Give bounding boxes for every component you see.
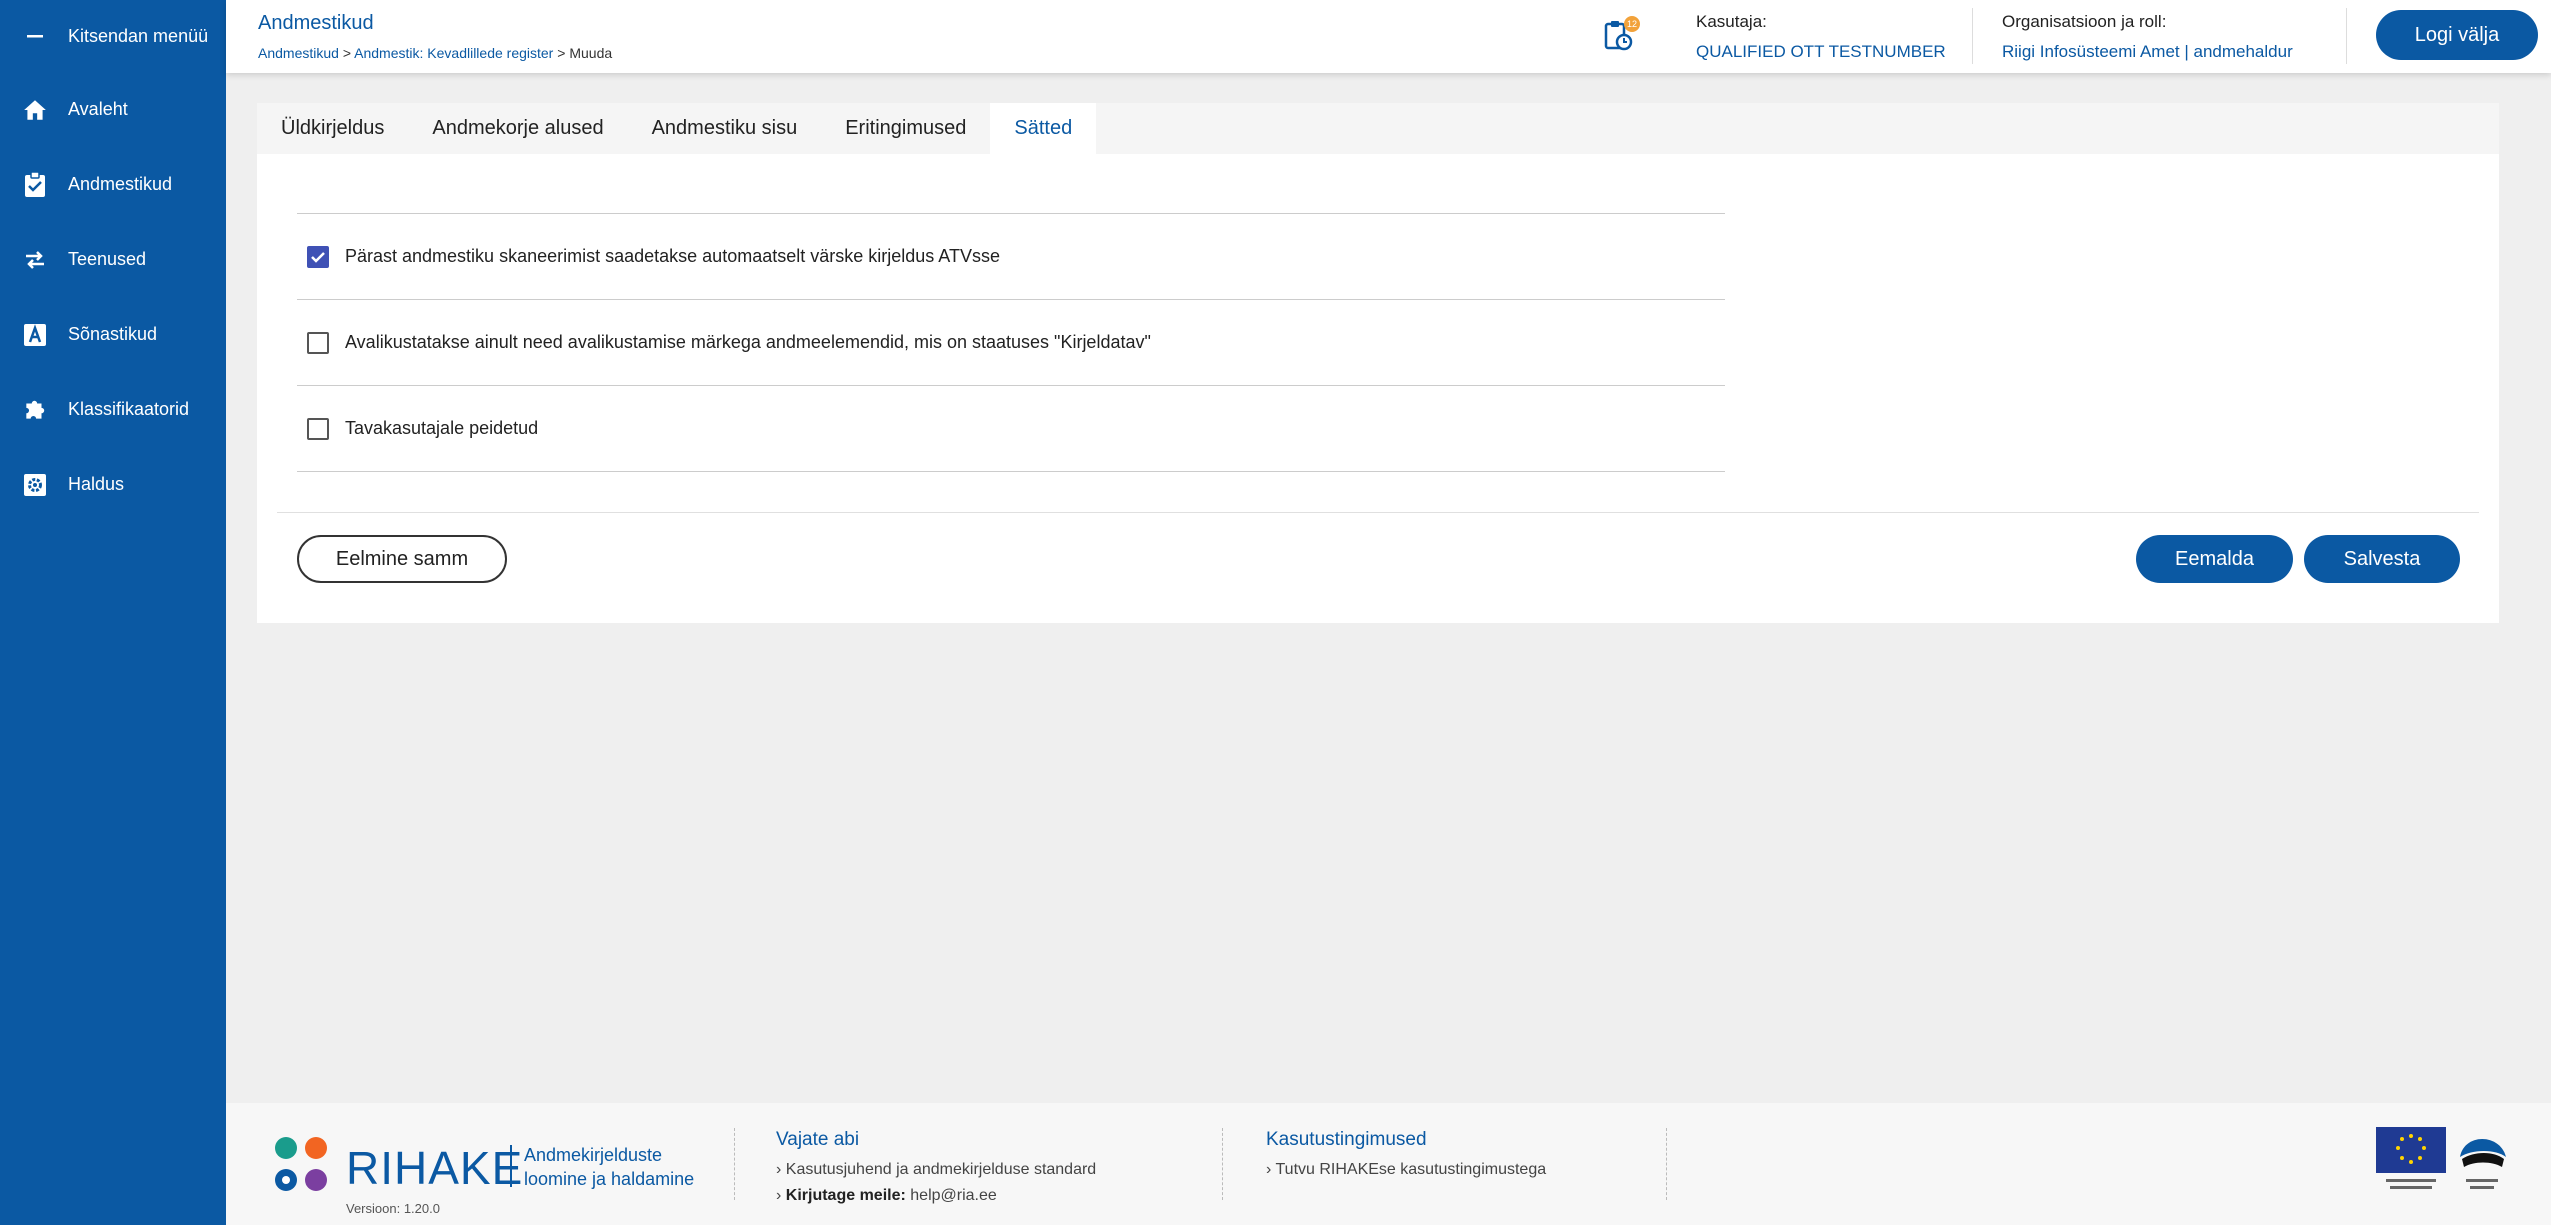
- settings-list: Pärast andmestiku skaneerimist saadetaks…: [297, 213, 1725, 472]
- previous-step-button[interactable]: Eelmine samm: [297, 535, 507, 583]
- mail-link[interactable]: help@ria.ee: [910, 1187, 997, 1204]
- tab-eritingimused[interactable]: Eritingimused: [821, 103, 990, 154]
- breadcrumb: Andmestikud > Andmestik: Kevadlillede re…: [258, 45, 612, 61]
- setting-row: Pärast andmestiku skaneerimist saadetaks…: [297, 214, 1725, 300]
- breadcrumb-current: Muuda: [569, 45, 613, 61]
- tagline-line-2: loomine ja haldamine: [524, 1169, 695, 1189]
- setting-label: Tavakasutajale peidetud: [345, 418, 539, 438]
- brand-name: RIHAKE: [346, 1142, 524, 1194]
- setting-row: Avalikustatakse ainult need avalikustami…: [297, 300, 1725, 386]
- swap-arrows-icon: [20, 245, 50, 275]
- tab-satted[interactable]: Sätted: [990, 103, 1097, 154]
- tab-andmekorje-alused[interactable]: Andmekorje alused: [408, 103, 627, 154]
- sidebar-item-label: Klassifikaatorid: [68, 399, 190, 419]
- version-text: Versioon: 1.20.0: [346, 1201, 440, 1216]
- minus-icon: [20, 21, 50, 51]
- brand-tagline: Andmekirjelduste loomine ja haldamine: [524, 1143, 694, 1191]
- dictionary-a-icon: [20, 320, 50, 350]
- sidebar-item-sonastikud[interactable]: Sõnastikud: [0, 297, 226, 372]
- help-guide-link[interactable]: › Kasutusjuhend ja andmekirjelduse stand…: [776, 1161, 1096, 1179]
- header-divider: [1972, 8, 1973, 64]
- setting-row: Tavakasutajale peidetud: [297, 386, 1725, 472]
- header-divider: [2346, 8, 2347, 64]
- tab-andmestiku-sisu[interactable]: Andmestiku sisu: [628, 103, 822, 154]
- tagline-line-1: Andmekirjelduste: [524, 1145, 663, 1165]
- settings-card: Üldkirjeldus Andmekorje alused Andmestik…: [257, 103, 2499, 623]
- sidebar-item-klassifikaatorid[interactable]: Klassifikaatorid: [0, 372, 226, 447]
- notification-count-badge: 12: [1624, 16, 1640, 32]
- footer-divider: [1222, 1128, 1223, 1200]
- brand-divider: [510, 1145, 512, 1187]
- logout-button[interactable]: Logi välja: [2376, 10, 2538, 60]
- sidebar-item-avaleht[interactable]: Avaleht: [0, 72, 226, 147]
- breadcrumb-separator: >: [557, 45, 566, 61]
- collapse-menu-label: Kitsendan menüü: [68, 25, 209, 46]
- help-section: Vajate abi › Kasutusjuhend ja andmekirje…: [776, 1129, 1096, 1213]
- help-guide-label: Kasutusjuhend ja andmekirjelduse standar…: [785, 1161, 1097, 1178]
- org-role-link[interactable]: Riigi Infosüsteemi Amet | andmehaldur: [2002, 42, 2293, 62]
- sidebar-item-teenused[interactable]: Teenused: [0, 222, 226, 297]
- publish-describable-only-checkbox[interactable]: [307, 331, 329, 354]
- save-button[interactable]: Salvesta: [2304, 535, 2460, 583]
- sidebar-item-haldus[interactable]: Haldus: [0, 447, 226, 522]
- org-label: Organisatsioon ja roll:: [2002, 12, 2167, 31]
- sidebar-item-label: Teenused: [68, 249, 147, 269]
- checkmark-icon: [311, 251, 325, 263]
- terms-section: Kasutustingimused › Tutvu RIHAKEse kasut…: [1266, 1129, 1546, 1187]
- footer-divider: [734, 1128, 735, 1200]
- auto-send-checkbox[interactable]: [307, 245, 329, 268]
- sidebar-item-andmestikud[interactable]: Andmestikud: [0, 147, 226, 222]
- collapse-menu-button[interactable]: Kitsendan menüü: [0, 0, 226, 72]
- org-info: Organisatsioon ja roll: Riigi Infosüstee…: [2002, 12, 2293, 62]
- user-info: Kasutaja: QUALIFIED OTT TESTNUMBER: [1696, 12, 1946, 62]
- sidebar-item-label: Andmestikud: [68, 174, 173, 194]
- breadcrumb-link-andmestikud[interactable]: Andmestikud: [258, 45, 339, 61]
- sidebar-item-label: Sõnastikud: [68, 324, 158, 344]
- actions-divider: [277, 512, 2479, 513]
- estonia-logo-icon: [2460, 1139, 2506, 1189]
- mail-label: Kirjutage meile:: [785, 1187, 906, 1204]
- footer-divider: [1666, 1128, 1667, 1200]
- home-icon: [20, 95, 50, 125]
- help-mail-item: › Kirjutage meile: help@ria.ee: [776, 1187, 997, 1204]
- breadcrumb-link-dataset[interactable]: Andmestik: Kevadlillede register: [354, 45, 553, 61]
- remove-button[interactable]: Eemalda: [2136, 535, 2293, 583]
- hidden-from-regular-users-checkbox[interactable]: [307, 417, 329, 440]
- sidebar-item-label: Avaleht: [68, 99, 128, 119]
- page-title: Andmestikud: [258, 12, 374, 34]
- help-title: Vajate abi: [776, 1129, 860, 1150]
- breadcrumb-separator: >: [342, 45, 352, 61]
- rihake-logo-dots-icon: [275, 1137, 327, 1191]
- tab-bar: Üldkirjeldus Andmekorje alused Andmestik…: [257, 103, 2499, 154]
- gear-box-icon: [20, 470, 50, 500]
- sidebar-item-label: Haldus: [68, 474, 125, 494]
- puzzle-icon: [20, 395, 50, 425]
- page-footer: RIHAKE Andmekirjelduste loomine ja halda…: [226, 1103, 2551, 1225]
- eu-fund-logo-icon: [2376, 1127, 2446, 1189]
- setting-label: Avalikustatakse ainult need avalikustami…: [345, 332, 1151, 352]
- top-header: Andmestikud Andmestikud > Andmestik: Kev…: [226, 0, 2551, 73]
- user-name-link[interactable]: QUALIFIED OTT TESTNUMBER: [1696, 42, 1946, 62]
- terms-link[interactable]: › Tutvu RIHAKEse kasutustingimustega: [1266, 1161, 1546, 1179]
- terms-link-label: Tutvu RIHAKEse kasutustingimustega: [1275, 1161, 1547, 1178]
- tab-uldkirjeldus[interactable]: Üldkirjeldus: [257, 103, 408, 154]
- sidebar: Kitsendan menüü Avaleht Andmestikud Teen…: [0, 0, 226, 1225]
- setting-label: Pärast andmestiku skaneerimist saadetaks…: [345, 246, 1000, 266]
- clipboard-check-icon: [20, 170, 50, 200]
- terms-title[interactable]: Kasutustingimused: [1266, 1129, 1546, 1151]
- user-label: Kasutaja:: [1696, 12, 1767, 31]
